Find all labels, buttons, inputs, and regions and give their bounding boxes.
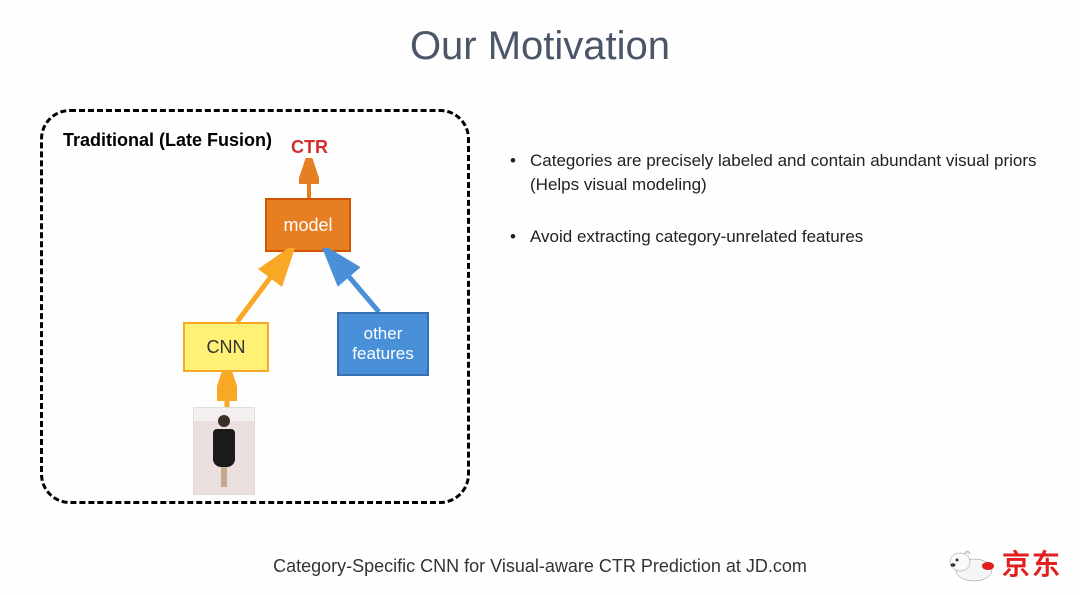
input-image xyxy=(193,407,255,495)
bullet-2: Avoid extracting category-unrelated feat… xyxy=(510,225,1040,249)
bullet-1: Categories are precisely labeled and con… xyxy=(510,149,1040,197)
arrow-image-to-cnn xyxy=(217,370,237,410)
diagram-container: Traditional (Late Fusion) CTR model CNN … xyxy=(40,109,470,504)
ctr-output-label: CTR xyxy=(291,137,328,158)
footer-text: Category-Specific CNN for Visual-aware C… xyxy=(0,556,1080,577)
jd-dog-icon xyxy=(944,544,996,582)
content-area: Traditional (Late Fusion) CTR model CNN … xyxy=(0,69,1080,504)
jd-logo-text: 京东 xyxy=(1002,543,1062,583)
model-node: model xyxy=(265,198,351,252)
arrow-cnn-to-model xyxy=(231,248,301,328)
other-line1: other xyxy=(364,324,403,344)
slide-title: Our Motivation xyxy=(0,0,1080,69)
jd-logo: 京东 xyxy=(944,543,1062,583)
other-line2: features xyxy=(352,344,413,364)
cnn-node: CNN xyxy=(183,322,269,372)
other-features-node: other features xyxy=(337,312,429,376)
diagram-label: Traditional (Late Fusion) xyxy=(63,130,272,151)
arrow-model-to-ctr xyxy=(299,158,319,198)
arrow-other-to-model xyxy=(321,248,391,318)
bullet-list: Categories are precisely labeled and con… xyxy=(470,99,1040,504)
figure-icon xyxy=(209,415,239,487)
